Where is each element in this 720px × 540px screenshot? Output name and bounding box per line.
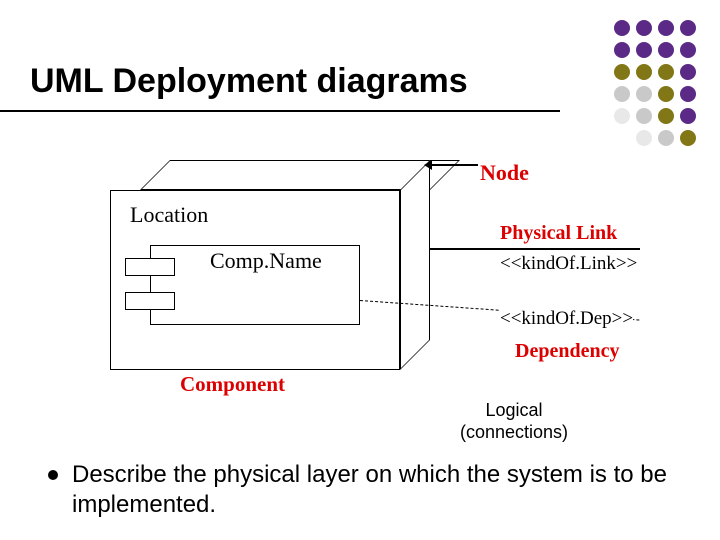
decorative-dot (658, 64, 674, 80)
dependency-annotation: Dependency (515, 340, 619, 363)
decorative-dot (636, 130, 652, 146)
bullet-item: Describe the physical layer on which the… (48, 460, 680, 520)
bullet-text-emphasis: physical layer (213, 461, 358, 488)
component-annotation: Component (180, 372, 285, 397)
bullet-text: Describe the physical layer on which the… (72, 460, 680, 520)
bullet-icon (48, 470, 58, 480)
logical-connections-caption: Logical (connections) (460, 400, 568, 443)
decorative-dot (680, 130, 696, 146)
node-annotation: Node (480, 160, 529, 186)
slide-title: UML Deployment diagrams (30, 62, 468, 101)
caption-line1: Logical (486, 400, 543, 420)
kind-of-dep-label: <<kindOf.Dep>> (500, 308, 633, 330)
decorative-dot (614, 64, 630, 80)
physical-link-annotation: Physical Link (500, 222, 617, 245)
component-name-label: Comp.Name (210, 248, 322, 274)
decorative-dot (658, 20, 674, 36)
title-underline (0, 110, 560, 112)
component-tab-icon (125, 258, 175, 276)
node-pointer-arrow (430, 164, 478, 166)
location-label: Location (130, 202, 208, 228)
caption-line2: (connections) (460, 422, 568, 442)
physical-link-line (430, 248, 640, 250)
decorative-dot (680, 108, 696, 124)
decorative-dot (636, 86, 652, 102)
decorative-dot (680, 64, 696, 80)
deployment-diagram: Location Comp.Name Node Physical Link <<… (80, 150, 640, 400)
decorative-dot (614, 86, 630, 102)
decorative-dot-grid (614, 20, 698, 148)
decorative-dot (636, 20, 652, 36)
component-tab-icon (125, 292, 175, 310)
decorative-dot (614, 130, 630, 146)
decorative-dot (658, 42, 674, 58)
bullet-text-part: Describe the (72, 461, 213, 488)
decorative-dot (680, 20, 696, 36)
decorative-dot (658, 86, 674, 102)
kind-of-link-label: <<kindOf.Link>> (500, 253, 637, 275)
decorative-dot (680, 86, 696, 102)
decorative-dot (636, 42, 652, 58)
decorative-dot (614, 20, 630, 36)
decorative-dot (658, 130, 674, 146)
decorative-dot (636, 108, 652, 124)
decorative-dot (658, 108, 674, 124)
decorative-dot (614, 108, 630, 124)
decorative-dot (680, 42, 696, 58)
node-3d-side (400, 160, 430, 370)
decorative-dot (636, 64, 652, 80)
decorative-dot (614, 42, 630, 58)
